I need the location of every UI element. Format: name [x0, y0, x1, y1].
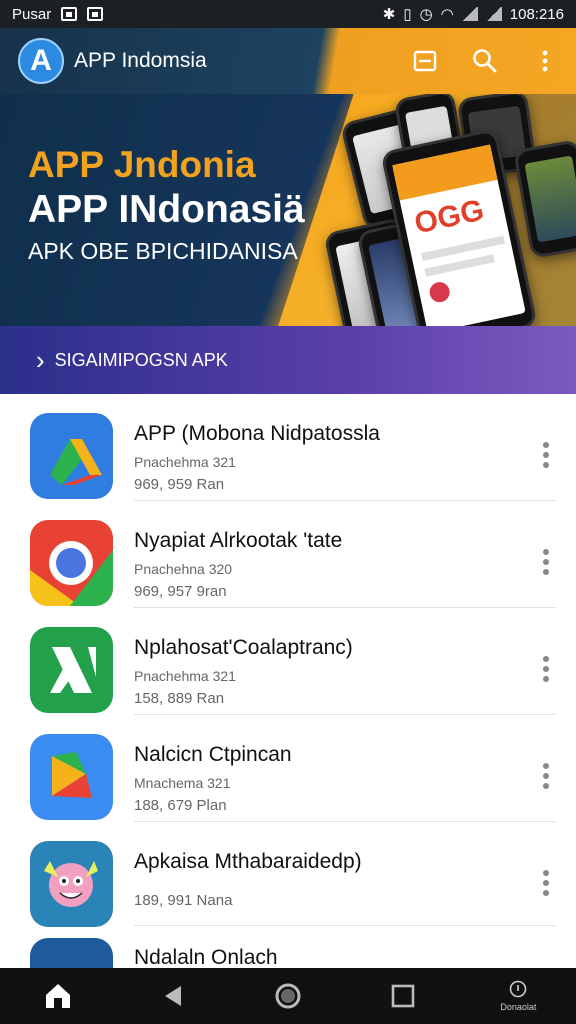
app-name: Apkaisa Mthabaraidedp) — [134, 850, 362, 873]
download-label: Donaolat — [500, 1002, 537, 1012]
app-meta: Pnachehma 321 — [134, 454, 236, 470]
chrome-icon — [30, 520, 113, 606]
list-item[interactable]: Apkaisa Mthabaraidedp) 189, 991 Nana — [0, 822, 576, 927]
home-icon[interactable] — [28, 968, 88, 1024]
app-bar: A APP Indomsia — [0, 28, 576, 94]
app-meta: Pnachehma 321 — [134, 668, 236, 684]
app-list: APP (Mobona Nidpatossla Pnachehma 321 96… — [0, 394, 576, 1024]
list-item[interactable]: Nplahosat'Coalaptranc) Pnachehma 321 158… — [0, 608, 576, 715]
window-icon[interactable] — [412, 48, 438, 74]
chevron-right-icon: › — [36, 344, 45, 375]
monster-game-icon — [30, 841, 113, 927]
wifi-icon: ◠ — [440, 6, 454, 23]
app-name: APP (Mobona Nidpatossla — [134, 422, 380, 445]
list-item[interactable]: APP (Mobona Nidpatossla Pnachehma 321 96… — [0, 394, 576, 501]
play-icon — [30, 734, 113, 820]
banner-title-orange: APP Jndonia — [28, 144, 256, 185]
nfc-icon: ✱ — [382, 6, 396, 23]
list-item[interactable]: Nyapiat Alrkootak 'tate Pnachehna 320 96… — [0, 501, 576, 608]
x-app-icon — [30, 627, 113, 713]
signal-icon — [461, 7, 478, 21]
back-icon[interactable] — [143, 968, 203, 1024]
home-circle-icon[interactable] — [258, 968, 318, 1024]
recents-icon[interactable] — [373, 968, 433, 1024]
alarm-icon: ◷ — [419, 6, 433, 23]
more-vert-icon[interactable] — [542, 870, 550, 896]
more-vert-icon[interactable] — [542, 763, 550, 789]
more-vert-icon[interactable] — [542, 656, 550, 682]
list-item[interactable]: Nalcicn Ctpincan Mnachema 321 188, 679 P… — [0, 715, 576, 822]
app-name: Nyapiat Alrkootak 'tate — [134, 529, 343, 552]
app-name: Nplahosat'Coalaptranc) — [134, 636, 353, 659]
photo-notification-icon — [87, 7, 104, 21]
app-size: 188, 679 Plan — [134, 797, 227, 814]
drive-icon — [30, 413, 113, 499]
signal-icon-2 — [485, 7, 502, 21]
app-title: APP Indomsia — [74, 49, 207, 72]
app-size: 158, 889 Ran — [134, 690, 225, 707]
gallery-notification-icon — [61, 7, 78, 21]
app-size: 969, 957 9ran — [134, 583, 227, 600]
app-size: 969, 959 Ran — [134, 476, 225, 493]
promo-banner[interactable]: APP Jndonia APP INdonasiä APK OBE BPICHI… — [0, 94, 576, 394]
banner-title-white: APP INdonasiä — [28, 188, 305, 231]
search-icon[interactable] — [472, 48, 498, 74]
cta-button[interactable]: › SIGAIMIPOGSN APK — [0, 326, 576, 394]
app-name: Ndalaln Onlach — [134, 946, 278, 969]
more-vert-icon[interactable] — [542, 549, 550, 575]
navigation-bar: Donaolat — [0, 968, 576, 1024]
more-vert-icon[interactable] — [532, 48, 558, 74]
more-vert-icon[interactable] — [542, 442, 550, 468]
download-icon[interactable]: Donaolat — [488, 968, 548, 1024]
app-meta: Mnachema 321 — [134, 775, 231, 791]
status-bar: Pusar ✱ ▯ ◷ ◠ 108:216 — [0, 0, 576, 28]
carrier-label: Pusar — [12, 5, 52, 23]
cta-label: SIGAIMIPOGSN APK — [54, 349, 228, 370]
phone-screen-logo: OGG — [411, 193, 487, 241]
app-name: Nalcicn Ctpincan — [134, 743, 292, 766]
status-time: 108:216 — [509, 5, 564, 23]
banner-subtitle: APK OBE BPICHIDANISA — [28, 238, 298, 264]
app-size: 189, 991 Nana — [134, 892, 233, 909]
vibrate-icon: ▯ — [403, 6, 412, 23]
app-meta: Pnachehna 320 — [134, 561, 233, 577]
app-logo-icon[interactable]: A — [18, 38, 64, 84]
